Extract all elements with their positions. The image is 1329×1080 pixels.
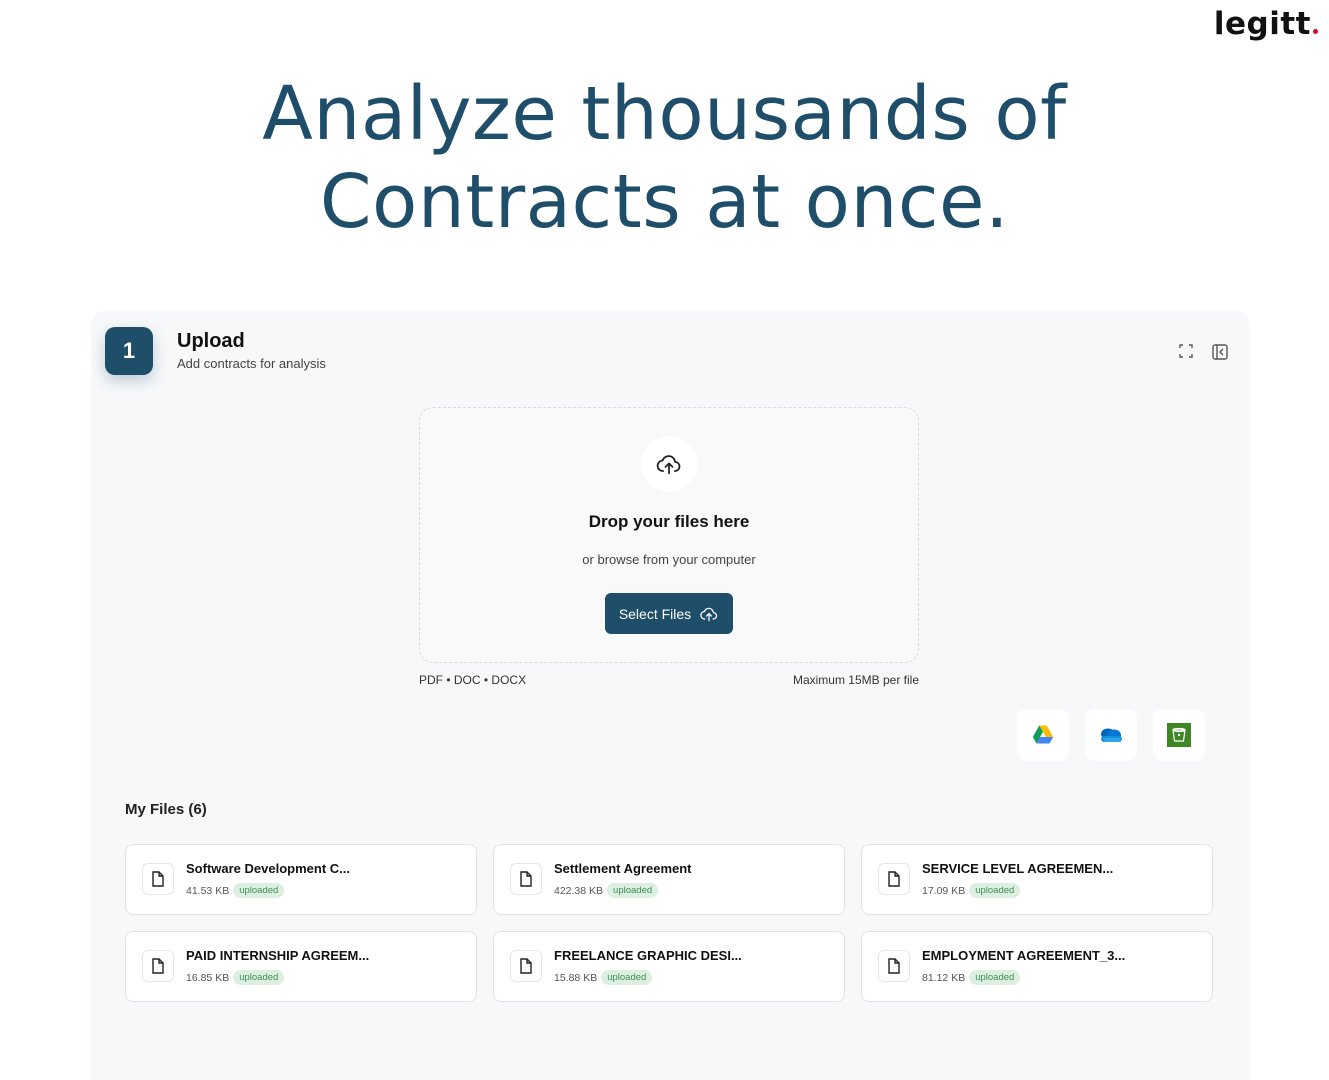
drop-title: Drop your files here [588,512,750,531]
status-badge: uploaded [233,970,285,985]
file-card[interactable]: FREELANCE GRAPHIC DESI... 15.88 KB uploa… [493,931,845,1002]
step-subtitle: Add contracts for analysis [177,356,326,371]
status-badge: uploaded [969,883,1021,898]
file-name: Settlement Agreement [554,861,692,876]
collapse-sidebar-icon[interactable] [1211,343,1228,360]
s3-bucket-button[interactable] [1153,709,1205,761]
document-icon [510,950,542,982]
document-icon [878,950,910,982]
file-name: Software Development C... [186,861,350,876]
s3-bucket-icon [1167,723,1191,747]
file-size: 16.85 KB [186,971,230,984]
file-name: SERVICE LEVEL AGREEMEN... [922,861,1114,876]
google-drive-icon [1032,725,1054,744]
file-size: 422.38 KB [554,884,604,897]
file-meta: 81.12 KB uploaded [922,970,1021,985]
hero-title-line1: Analyze thousands of [262,71,1067,157]
file-meta: 16.85 KB uploaded [186,970,285,985]
upload-panel: 1 Upload Add contracts for analysis Drop… [91,311,1250,1080]
status-badge: uploaded [601,970,653,985]
dropzone[interactable]: Drop your files here or browse from your… [419,407,919,663]
select-files-button[interactable]: Select Files [605,593,733,634]
drop-subtitle: or browse from your computer [582,552,756,567]
document-icon [878,863,910,895]
file-name: PAID INTERNSHIP AGREEM... [186,948,370,963]
google-drive-button[interactable] [1017,709,1069,761]
onedrive-button[interactable] [1085,709,1137,761]
status-badge: uploaded [969,970,1021,985]
file-meta: 15.88 KB uploaded [554,970,653,985]
file-meta: 41.53 KB uploaded [186,883,285,898]
status-badge: uploaded [233,883,285,898]
select-files-label: Select Files [618,605,692,622]
file-meta: 422.38 KB uploaded [554,883,659,898]
hero: Analyze thousands of Contracts at once. [0,70,1329,246]
file-size: 41.53 KB [186,884,230,897]
file-name: FREELANCE GRAPHIC DESI... [554,948,742,963]
file-card[interactable]: Software Development C... 41.53 KB uploa… [125,844,477,915]
brand-name: legitt [1213,6,1311,42]
brand-logo: legitt [1214,6,1318,42]
file-size: 81.12 KB [922,971,966,984]
document-icon [142,950,174,982]
hero-title: Analyze thousands of Contracts at once. [0,70,1329,246]
supported-formats: PDF • DOC • DOCX [419,673,527,687]
files-grid: Software Development C... 41.53 KB uploa… [125,844,1213,1002]
step-badge: 1 [105,327,153,375]
expand-icon[interactable] [1178,343,1194,359]
hero-title-line2: Contracts at once. [319,159,1010,245]
document-icon [510,863,542,895]
document-icon [142,863,174,895]
cloud-upload-icon [700,607,718,621]
file-card[interactable]: PAID INTERNSHIP AGREEM... 16.85 KB uploa… [125,931,477,1002]
integration-buttons [1017,709,1205,761]
upload-cloud-icon [641,436,697,492]
my-files-title: My Files (6) [125,801,207,818]
max-file-size: Maximum 15MB per file [792,673,919,687]
file-card[interactable]: EMPLOYMENT AGREEMENT_3... 81.12 KB uploa… [861,931,1213,1002]
file-size: 15.88 KB [554,971,598,984]
file-meta: 17.09 KB uploaded [922,883,1021,898]
file-card[interactable]: Settlement Agreement 422.38 KB uploaded [493,844,845,915]
step-title: Upload [177,330,245,352]
brand-dot [1313,29,1318,34]
file-card[interactable]: SERVICE LEVEL AGREEMEN... 17.09 KB uploa… [861,844,1213,915]
status-badge: uploaded [607,883,659,898]
onedrive-icon [1101,728,1122,742]
file-size: 17.09 KB [922,884,966,897]
file-name: EMPLOYMENT AGREEMENT_3... [922,948,1126,963]
